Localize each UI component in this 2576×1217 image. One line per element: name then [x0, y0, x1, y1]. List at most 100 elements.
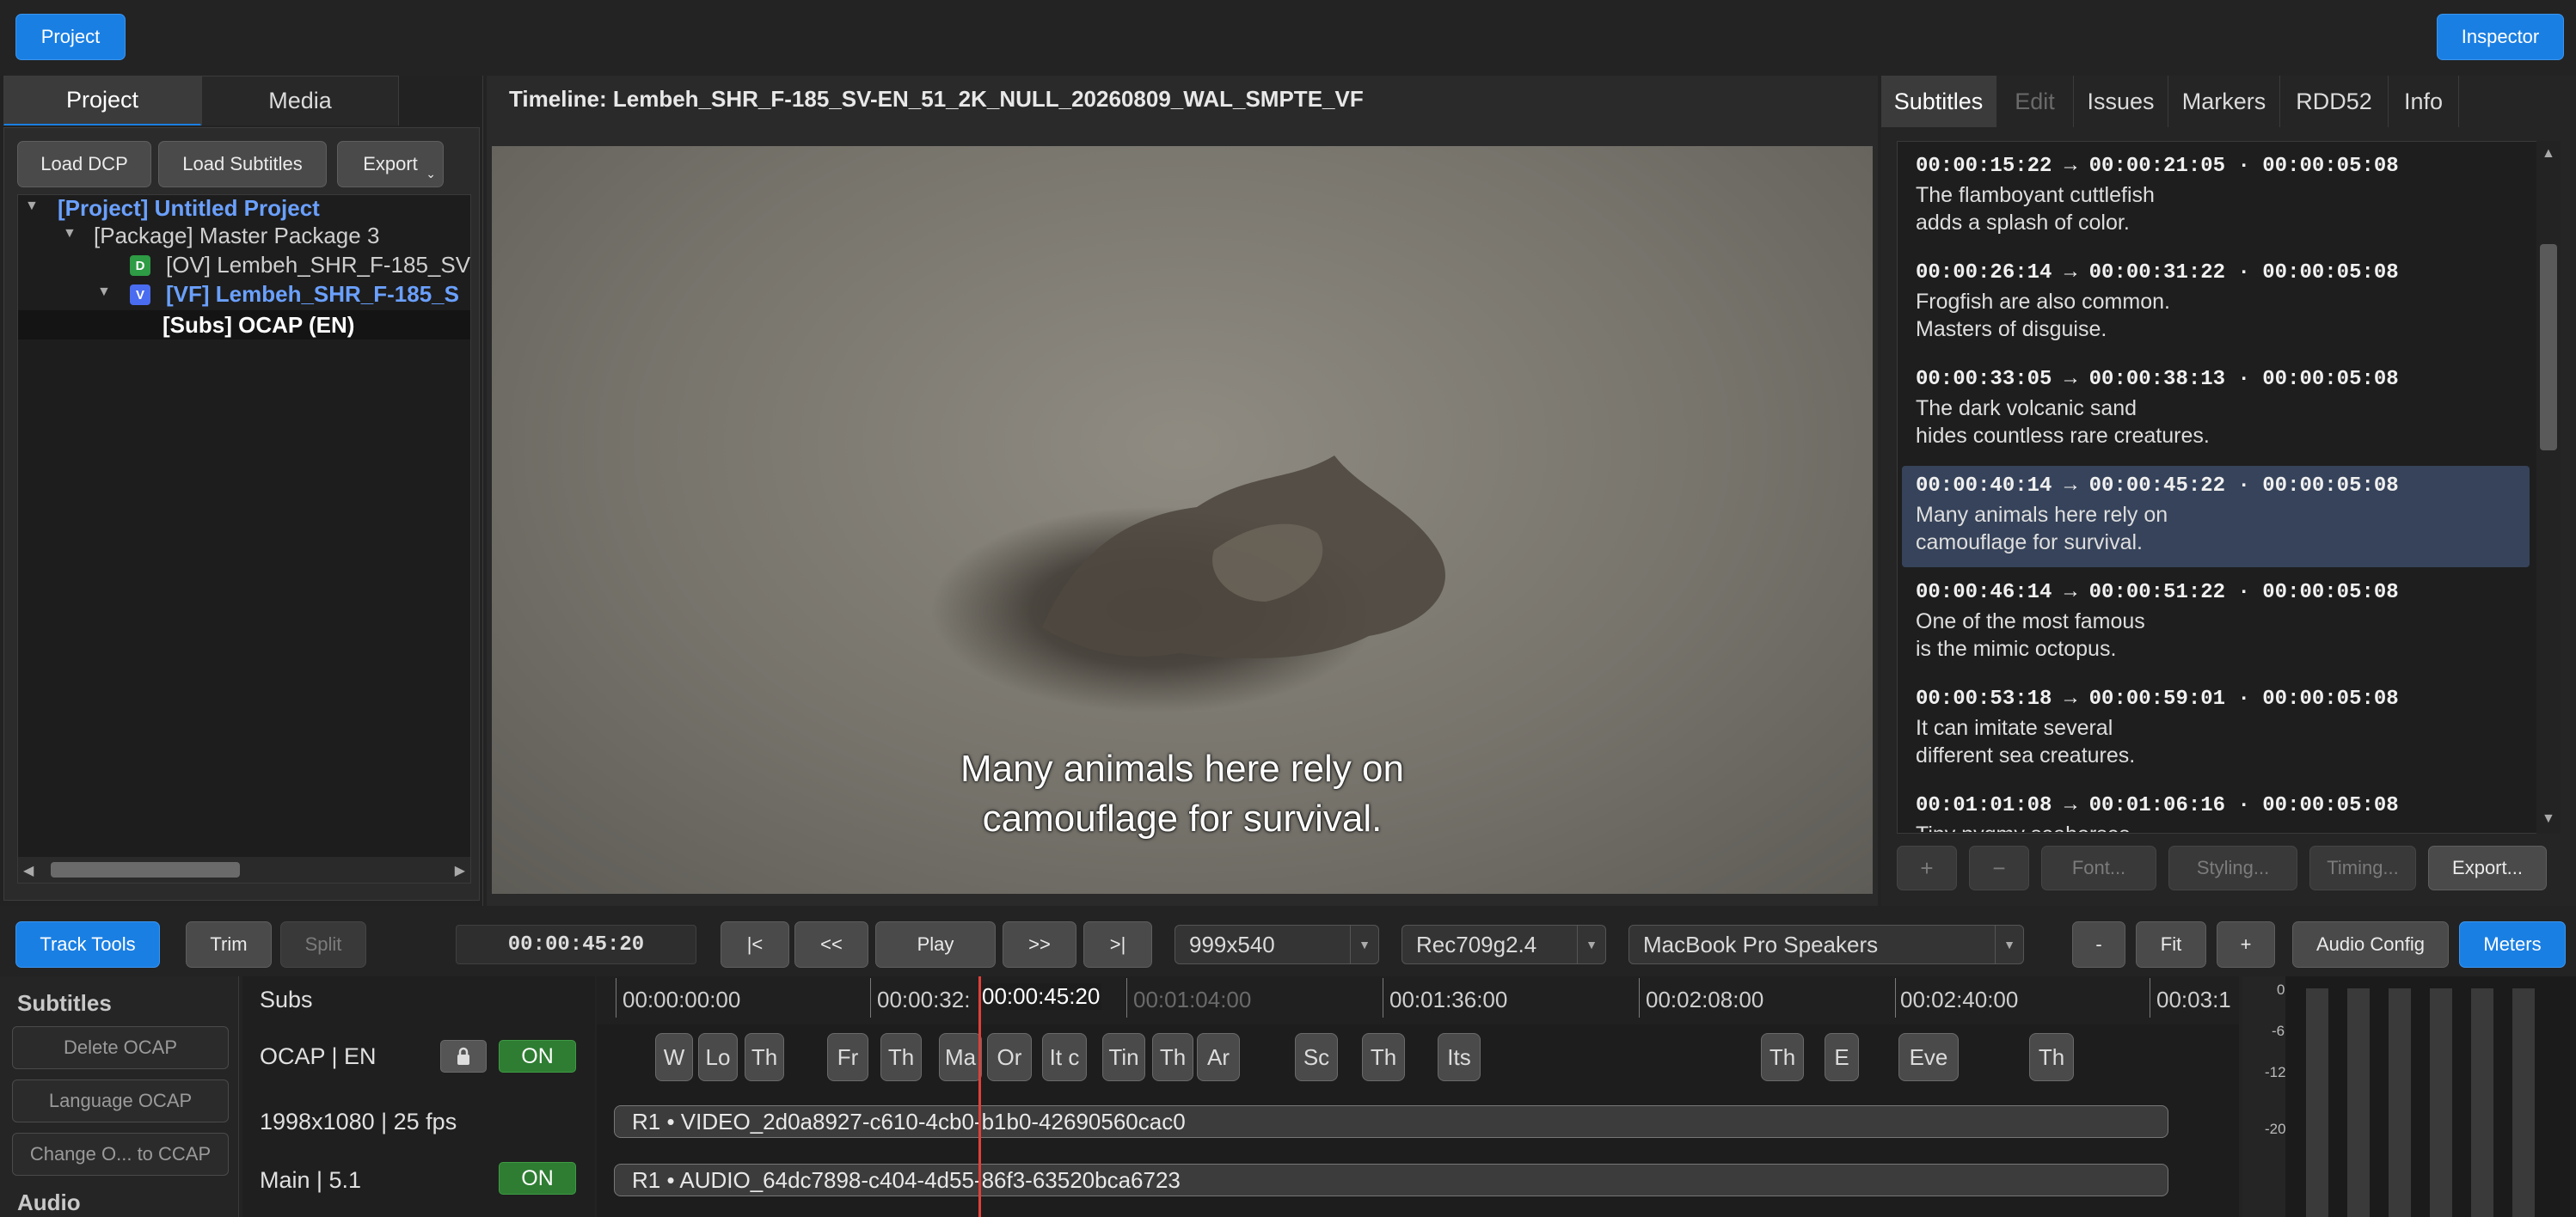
scrollbar-thumb[interactable] — [2540, 244, 2557, 450]
audio-on-toggle[interactable]: ON — [499, 1162, 576, 1195]
scroll-right-icon[interactable]: ▶ — [455, 862, 465, 879]
export-dropdown-button[interactable]: Export ⌄ — [337, 141, 444, 187]
ruler-tick — [1639, 978, 1640, 1018]
audio-clip[interactable]: R1 • AUDIO_64dc7898-c404-4d55-86f3-63520… — [614, 1164, 2168, 1196]
timing-button[interactable]: Timing... — [2309, 846, 2416, 890]
cue-text-line-1: Many animals here rely on — [1916, 503, 2168, 527]
tab-markers[interactable]: Markers — [2168, 76, 2280, 127]
scrollbar-thumb[interactable] — [51, 862, 240, 878]
tree-item-vf[interactable]: ▼ V [VF] Lembeh_SHR_F-185_S — [18, 281, 470, 309]
track-tools-button[interactable]: Track Tools — [15, 921, 160, 968]
ruler-label: 00:00:32: — [877, 987, 971, 1012]
subtitle-clip[interactable]: Lo — [698, 1033, 738, 1081]
play-button[interactable]: Play — [875, 921, 996, 968]
subtitle-clip[interactable]: Its — [1438, 1033, 1481, 1081]
split-button[interactable]: Split — [280, 921, 366, 968]
meters-button[interactable]: Meters — [2459, 921, 2566, 968]
audio-config-button[interactable]: Audio Config — [2292, 921, 2449, 968]
subtitle-clip[interactable]: Sc — [1295, 1033, 1338, 1081]
subs-track-label: Subs — [260, 987, 313, 1012]
tree-item-package[interactable]: ▼ [Package] Master Package 3 — [18, 223, 470, 250]
subtitle-clip[interactable]: Th — [880, 1033, 922, 1081]
cue-item[interactable]: 00:00:33:05 → 00:00:38:13 · 00:00:05:08 T… — [1902, 359, 2530, 461]
cue-item[interactable]: 00:00:46:14 → 00:00:51:22 · 00:00:05:08 O… — [1902, 572, 2530, 674]
trim-button[interactable]: Trim — [186, 921, 272, 968]
subtitle-clip[interactable]: Or — [987, 1033, 1032, 1081]
subtitle-clip[interactable]: E — [1825, 1033, 1859, 1081]
rewind-button[interactable]: << — [794, 921, 868, 968]
ocap-on-toggle[interactable]: ON — [499, 1040, 576, 1073]
meter-bar — [2471, 988, 2493, 1217]
change-to-ccap-button[interactable]: Change O... to CCAP — [12, 1133, 229, 1176]
expand-arrow-icon[interactable]: ▼ — [97, 284, 111, 300]
subtitle-clip[interactable]: Ar — [1197, 1033, 1240, 1081]
tab-project[interactable]: Project — [3, 76, 201, 125]
resolution-select[interactable]: 999x540 ▼ — [1175, 925, 1379, 964]
scroll-up-icon[interactable]: ▲ — [2542, 146, 2555, 162]
playhead[interactable] — [978, 976, 981, 1217]
tab-issues[interactable]: Issues — [2074, 76, 2168, 127]
fit-button[interactable]: Fit — [2136, 921, 2206, 968]
tree-item-project[interactable]: ▼ [Project] Untitled Project — [18, 195, 470, 223]
cue-item[interactable]: 00:00:26:14 → 00:00:31:22 · 00:00:05:08 F… — [1902, 253, 2530, 354]
scroll-left-icon[interactable]: ◀ — [23, 862, 34, 879]
tree-item-ov[interactable]: D [OV] Lembeh_SHR_F-185_SV — [18, 252, 470, 279]
tab-subtitles[interactable]: Subtitles — [1881, 76, 1996, 127]
tab-info[interactable]: Info — [2389, 76, 2459, 127]
chevron-down-icon: ▼ — [1995, 926, 2023, 963]
expand-arrow-icon[interactable]: ▼ — [63, 226, 77, 242]
subtitle-clip[interactable]: Th — [1152, 1033, 1193, 1081]
subtitle-clip[interactable]: Th — [745, 1033, 784, 1081]
cue-item[interactable]: 00:00:15:22 → 00:00:21:05 · 00:00:05:08 T… — [1902, 146, 2530, 248]
export-subtitles-button[interactable]: Export... — [2428, 846, 2547, 890]
meter-label: 0 — [2277, 982, 2285, 998]
subtitle-clip[interactable]: W — [655, 1033, 693, 1081]
colorspace-select[interactable]: Rec709g2.4 ▼ — [1401, 925, 1606, 964]
video-clip[interactable]: R1 • VIDEO_2d0a8927-c610-4cb0-b1b0-42690… — [614, 1105, 2168, 1138]
fast-forward-button[interactable]: >> — [1003, 921, 1076, 968]
video-frame: Many animals here rely on camouflage for… — [492, 146, 1873, 894]
tree-label: [Project] Untitled Project — [58, 195, 320, 221]
subtitle-clip[interactable]: Eve — [1898, 1033, 1959, 1081]
tree-item-subs[interactable]: [Subs] OCAP (EN) — [18, 310, 470, 339]
chevron-down-icon: ▼ — [1350, 926, 1378, 963]
cue-item[interactable]: 00:01:01:08 → 00:01:06:16 · 00:00:05:08 T… — [1902, 786, 2530, 832]
timeline-title: Timeline: Lembeh_SHR_F-185_SV-EN_51_2K_N… — [509, 86, 1364, 112]
font-button[interactable]: Font... — [2041, 846, 2156, 890]
go-to-start-button[interactable]: |< — [721, 921, 789, 968]
inspector-button[interactable]: Inspector — [2437, 14, 2564, 60]
expand-arrow-icon[interactable]: ▼ — [25, 199, 39, 214]
styling-button[interactable]: Styling... — [2168, 846, 2297, 890]
subtitle-clip[interactable]: Ma — [939, 1033, 982, 1081]
subtitle-clip[interactable]: Th — [1761, 1033, 1804, 1081]
horizontal-scrollbar[interactable]: ◀ ▶ — [18, 857, 470, 883]
scroll-down-icon[interactable]: ▼ — [2542, 811, 2555, 827]
audio-device-select[interactable]: MacBook Pro Speakers ▼ — [1628, 925, 2024, 964]
add-cue-button[interactable]: + — [1897, 846, 1957, 890]
load-dcp-button[interactable]: Load DCP — [17, 141, 151, 187]
tab-rdd52[interactable]: RDD52 — [2280, 76, 2389, 127]
go-to-end-button[interactable]: >| — [1083, 921, 1152, 968]
load-subtitles-button[interactable]: Load Subtitles — [158, 141, 327, 187]
language-ocap-button[interactable]: Language OCAP — [12, 1079, 229, 1122]
zoom-out-button[interactable]: - — [2072, 921, 2125, 968]
lock-glyph — [457, 1047, 469, 1065]
remove-cue-button[interactable]: − — [1969, 846, 2029, 890]
subtitle-clip[interactable]: Tin — [1102, 1033, 1145, 1081]
chevron-down-icon: ▼ — [1577, 926, 1605, 963]
subtitle-clip[interactable]: Fr — [827, 1033, 868, 1081]
cue-scrollbar[interactable]: ▲ ▼ — [2536, 141, 2561, 834]
subtitle-clip[interactable]: It c — [1042, 1033, 1087, 1081]
subtitle-clip[interactable]: Th — [1362, 1033, 1405, 1081]
tab-media[interactable]: Media — [201, 76, 399, 125]
project-button[interactable]: Project — [15, 14, 126, 60]
lock-icon[interactable] — [440, 1040, 487, 1073]
subtitle-clip[interactable]: Th — [2029, 1033, 2074, 1081]
cue-item[interactable]: 00:00:53:18 → 00:00:59:01 · 00:00:05:08 I… — [1902, 679, 2530, 780]
tab-edit[interactable]: Edit — [1996, 76, 2074, 127]
cue-item-selected[interactable]: 00:00:40:14 → 00:00:45:22 · 00:00:05:08 M… — [1902, 466, 2530, 567]
audio-clip-label: R1 • AUDIO_64dc7898-c404-4d55-86f3-63520… — [632, 1167, 1181, 1193]
delete-ocap-button[interactable]: Delete OCAP — [12, 1026, 229, 1069]
zoom-in-button[interactable]: + — [2217, 921, 2275, 968]
ruler-tick — [1126, 978, 1127, 1018]
